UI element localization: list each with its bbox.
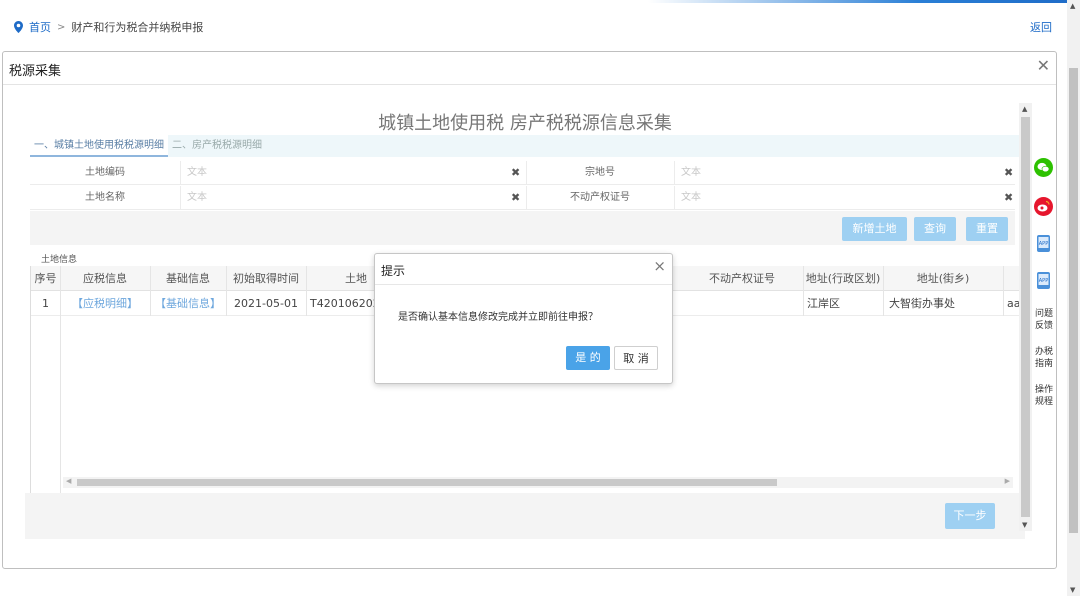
column-header: 初始取得时间	[233, 272, 299, 285]
filter-row: 土地名称 文本 ✖ 不动产权证号 文本 ✖	[30, 186, 1015, 210]
column-header: 应税信息	[83, 272, 127, 285]
confirm-cancel-button[interactable]: 取 消	[614, 346, 658, 370]
column-header: 地址(行政区划)	[805, 272, 881, 285]
breadcrumb-home-link[interactable]: 首页	[29, 19, 51, 35]
modal-close-icon[interactable]: ×	[653, 257, 666, 275]
dialog-divider	[3, 84, 1056, 85]
scroll-thumb[interactable]	[1021, 117, 1030, 517]
scroll-thumb[interactable]	[77, 479, 777, 486]
app-icon-label: APP	[1039, 241, 1048, 247]
page-vertical-scrollbar[interactable]: ▲ ▼	[1067, 0, 1080, 596]
land-code-input[interactable]: 文本	[187, 161, 507, 185]
back-link[interactable]: 返回	[1030, 19, 1052, 35]
filter-row: 土地编码 文本 ✖ 宗地号 文本 ✖	[30, 161, 1015, 185]
column-header: 地址(街乡)	[916, 272, 970, 285]
row-index: 1	[42, 297, 49, 310]
app-icon[interactable]: APP	[1034, 234, 1053, 253]
column-header: 序号	[34, 272, 57, 285]
filter-button-bar: 新增土地 查询 重置	[30, 211, 1015, 245]
query-button[interactable]: 查询	[914, 217, 956, 241]
parcel-number-clear-icon[interactable]: ✖	[1004, 161, 1013, 185]
reset-button[interactable]: 重置	[966, 217, 1008, 241]
column-divider	[1003, 266, 1004, 316]
tax-guide-link[interactable]: 办税指南	[1031, 346, 1057, 370]
dialog-close-icon[interactable]: ✕	[1037, 56, 1050, 75]
scroll-down-arrow-icon[interactable]: ▼	[1022, 521, 1027, 529]
tab-property-tax[interactable]: 二、房产税税源明细	[168, 135, 266, 157]
column-divider	[60, 266, 61, 496]
column-divider	[226, 266, 227, 316]
modal-title: 提示	[381, 264, 406, 278]
property-cert-clear-icon[interactable]: ✖	[1004, 186, 1013, 210]
feedback-link[interactable]: 问题反馈	[1031, 308, 1057, 332]
confirm-modal: 提示 × 是否确认基本信息修改完成并立即前往申报？ 是 的 取 消	[374, 253, 673, 384]
add-land-button[interactable]: 新增土地	[842, 217, 907, 241]
district-cell: 江岸区	[807, 297, 840, 310]
page-heading: 城镇土地使用税 房产税税源信息采集	[378, 113, 672, 134]
column-divider	[150, 266, 151, 316]
wechat-icon[interactable]	[1034, 158, 1053, 177]
scroll-left-arrow-icon[interactable]: ◀	[66, 477, 71, 485]
scroll-thumb[interactable]	[1069, 68, 1078, 533]
modal-divider	[375, 284, 672, 285]
land-name-clear-icon[interactable]: ✖	[511, 186, 520, 210]
basic-info-link[interactable]: 【基础信息】	[150, 291, 226, 316]
scroll-down-arrow-icon[interactable]: ▼	[1070, 586, 1075, 594]
breadcrumb: 首页 > 财产和行为税合并纳税申报	[14, 19, 203, 35]
parcel-number-label: 宗地号	[585, 167, 615, 178]
scroll-right-arrow-icon[interactable]: ▶	[1005, 477, 1010, 485]
next-step-button[interactable]: 下一步	[945, 503, 995, 529]
divider	[180, 186, 181, 210]
breadcrumb-current: 财产和行为税合并纳税申报	[71, 21, 204, 34]
property-cert-input[interactable]: 文本	[681, 186, 981, 210]
operation-rules-link[interactable]: 操作规程	[1031, 384, 1057, 408]
confirm-yes-button[interactable]: 是 的	[566, 346, 610, 370]
tax-detail-link[interactable]: 【应税明细】	[60, 291, 150, 316]
tab-land-use-tax[interactable]: 一、城镇土地使用税税源明细	[30, 135, 168, 157]
column-divider	[803, 266, 804, 316]
land-name-input[interactable]: 文本	[187, 186, 507, 210]
land-name-label: 土地名称	[85, 192, 125, 203]
acquire-date-cell: 2021-05-01	[234, 297, 298, 310]
column-divider	[306, 266, 307, 316]
scroll-up-arrow-icon[interactable]: ▲	[1022, 105, 1027, 113]
divider	[674, 186, 675, 210]
top-accent-bar	[0, 0, 1080, 3]
divider	[674, 161, 675, 185]
parcel-number-input[interactable]: 文本	[681, 161, 981, 185]
column-header: 不动产权证号	[709, 272, 775, 285]
divider	[180, 161, 181, 185]
modal-message: 是否确认基本信息修改完成并立即前往申报？	[398, 312, 598, 323]
column-header: 基础信息	[166, 272, 210, 285]
weibo-icon[interactable]	[1034, 197, 1053, 216]
column-divider	[883, 266, 884, 316]
property-cert-label: 不动产权证号	[570, 192, 630, 203]
street-cell: 大智街办事处	[889, 297, 955, 310]
app-icon-label: APP	[1039, 278, 1048, 284]
land-code-clear-icon[interactable]: ✖	[511, 161, 520, 185]
location-pin-icon	[14, 21, 23, 33]
scroll-up-arrow-icon[interactable]: ▲	[1070, 2, 1075, 10]
breadcrumb-separator: >	[57, 21, 66, 33]
table-horizontal-scrollbar[interactable]: ◀ ▶	[63, 477, 1013, 488]
land-info-section-label: 土地信息	[41, 255, 78, 265]
land-code-label: 土地编码	[85, 167, 125, 178]
dialog-title: 税源采集	[9, 64, 62, 79]
tab-bar: 一、城镇土地使用税税源明细 二、房产税税源明细	[30, 135, 1025, 157]
footer-bar: 下一步	[25, 493, 1025, 539]
app-icon[interactable]: APP	[1034, 271, 1053, 290]
